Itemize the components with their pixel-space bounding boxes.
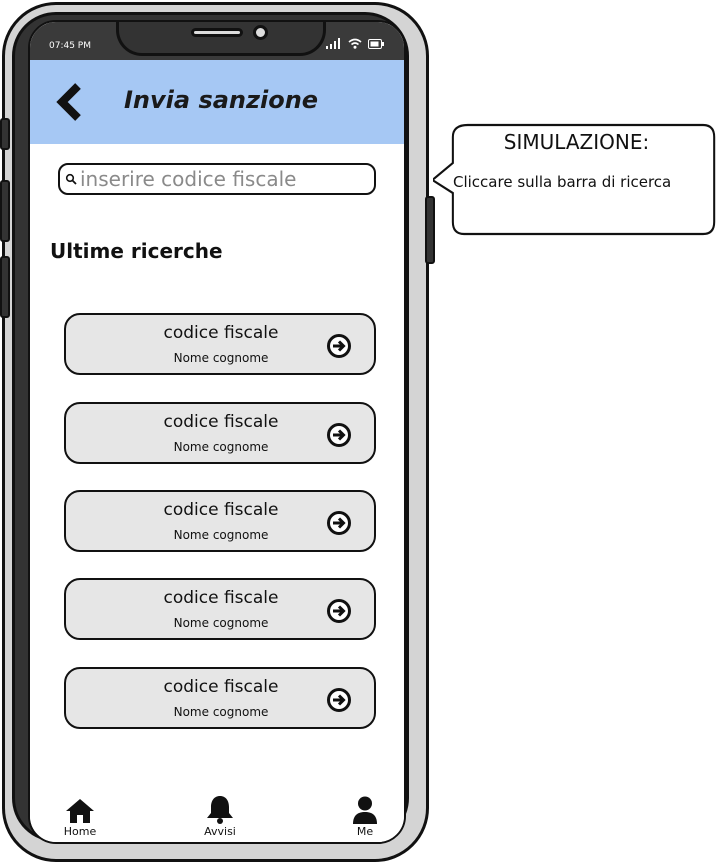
recent-search-item[interactable]: codice fiscale Nome cognome bbox=[64, 402, 376, 464]
recent-searches-title: Ultime ricerche bbox=[50, 239, 223, 263]
tab-home-label: Home bbox=[63, 825, 97, 838]
arrow-right-circle-icon[interactable] bbox=[326, 510, 352, 536]
callout-title: SIMULAZIONE: bbox=[503, 130, 650, 154]
phone-volume-up-button bbox=[0, 180, 10, 242]
page-title: Invia sanzione bbox=[124, 86, 319, 114]
bell-icon bbox=[207, 796, 233, 824]
camera-icon bbox=[253, 25, 268, 40]
app-header: Invia sanzione bbox=[30, 60, 404, 144]
search-icon bbox=[65, 173, 77, 185]
tab-home[interactable]: Home bbox=[45, 798, 115, 838]
signal-icon bbox=[326, 38, 340, 49]
search-input[interactable]: inserire codice fiscale bbox=[58, 163, 376, 195]
recent-search-item[interactable]: codice fiscale Nome cognome bbox=[64, 667, 376, 729]
status-time: 07:45 PM bbox=[49, 41, 91, 51]
arrow-right-circle-icon[interactable] bbox=[326, 422, 352, 448]
arrow-right-circle-icon[interactable] bbox=[326, 598, 352, 624]
battery-icon bbox=[368, 39, 384, 49]
phone-screen: 07:45 PM Invia sanzione inserire codice … bbox=[28, 20, 406, 844]
arrow-right-circle-icon[interactable] bbox=[326, 687, 352, 713]
tab-avvisi[interactable]: Avvisi bbox=[185, 794, 255, 838]
phone-notch bbox=[116, 22, 326, 56]
tab-me[interactable]: Me bbox=[330, 796, 400, 838]
home-icon bbox=[66, 799, 94, 823]
recent-search-item[interactable]: codice fiscale Nome cognome bbox=[64, 313, 376, 375]
phone-side-button bbox=[0, 118, 10, 150]
wifi-icon bbox=[348, 38, 362, 49]
tab-me-label: Me bbox=[356, 825, 374, 838]
user-icon bbox=[353, 796, 377, 824]
back-button[interactable] bbox=[52, 82, 88, 122]
search-placeholder: inserire codice fiscale bbox=[80, 167, 297, 191]
phone-volume-down-button bbox=[0, 256, 10, 318]
arrow-right-circle-icon[interactable] bbox=[326, 333, 352, 359]
tab-bar: Home Avvisi Me bbox=[30, 782, 404, 842]
status-icons bbox=[326, 38, 384, 49]
speaker-icon bbox=[191, 28, 243, 37]
tab-avvisi-label: Avvisi bbox=[204, 825, 236, 838]
recent-search-item[interactable]: codice fiscale Nome cognome bbox=[64, 490, 376, 552]
status-bar: 07:45 PM bbox=[30, 22, 404, 62]
callout-text: Cliccare sulla barra di ricerca bbox=[453, 173, 672, 191]
recent-search-item[interactable]: codice fiscale Nome cognome bbox=[64, 578, 376, 640]
chevron-left-icon bbox=[56, 83, 81, 121]
